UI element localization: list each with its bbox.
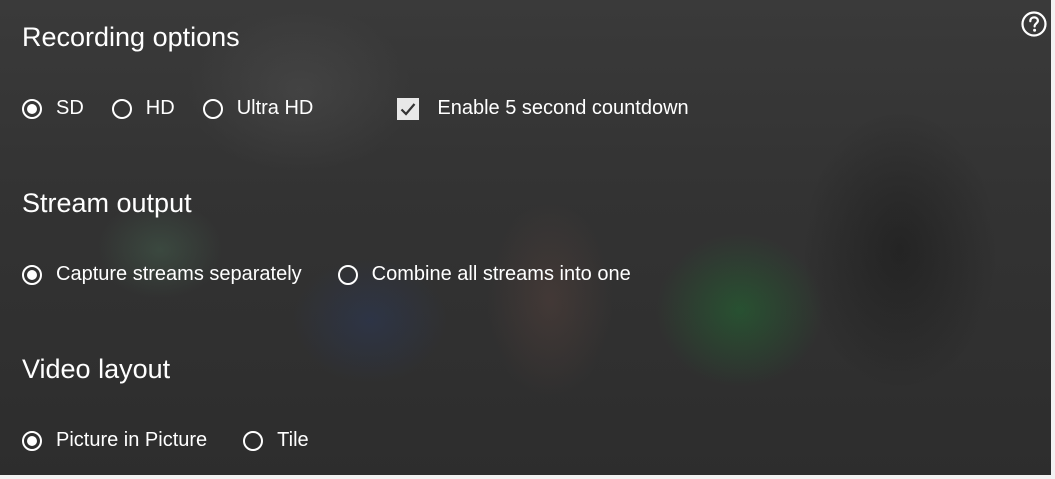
layout-option-pip-label: Picture in Picture [56,429,208,451]
quality-option-sd[interactable]: SD [22,97,84,120]
radio-selected-icon [22,98,42,119]
countdown-checkbox[interactable]: Enable 5 second countdown [397,97,689,120]
recording-settings-panel: Recording options SD HD Ultra HD Enable … [0,0,1055,479]
stream-option-combine[interactable]: Combine all streams into one [337,263,631,286]
stream-option-combine-label: Combine all streams into one [371,263,631,285]
quality-option-hd-label: HD [145,97,175,119]
layout-option-pip[interactable]: Picture in Picture [22,429,207,452]
checkmark-icon [397,97,420,120]
stream-option-separate-label: Capture streams separately [56,263,302,285]
quality-option-ultra-hd-label: Ultra HD [236,97,314,119]
layout-option-tile-label: Tile [277,429,309,451]
stream-output-title: Stream output [22,188,192,218]
help-icon[interactable] [1020,10,1048,38]
quality-option-sd-label: SD [56,97,84,119]
radio-selected-icon [22,264,42,285]
radio-unselected-icon [337,264,358,285]
video-layout-title: Video layout [22,354,171,384]
stream-option-separate[interactable]: Capture streams separately [22,263,302,286]
recording-quality-group: SD HD Ultra HD Enable 5 second countdown [22,97,717,120]
quality-option-hd[interactable]: HD [111,97,175,120]
radio-unselected-icon [202,98,223,119]
video-layout-group: Picture in Picture Tile [22,429,337,452]
radio-selected-icon [22,430,42,451]
radio-unselected-icon [111,98,132,119]
countdown-checkbox-label: Enable 5 second countdown [437,97,689,119]
stream-output-group: Capture streams separately Combine all s… [22,263,659,286]
layout-option-tile[interactable]: Tile [243,429,309,452]
quality-option-ultra-hd[interactable]: Ultra HD [202,97,314,120]
recording-options-title: Recording options [22,22,240,52]
radio-unselected-icon [243,430,264,451]
